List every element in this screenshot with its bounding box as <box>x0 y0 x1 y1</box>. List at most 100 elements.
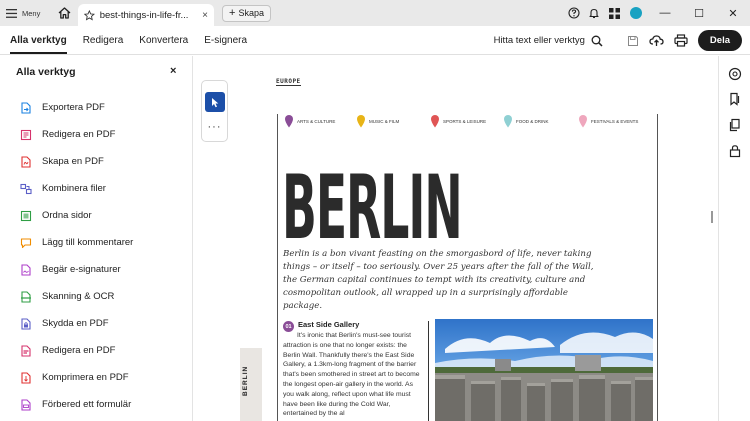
panel-close-icon[interactable]: × <box>170 65 176 77</box>
tool-add-comments[interactable]: Lägg till kommentarer <box>20 229 133 256</box>
cloud-upload-icon[interactable] <box>649 34 664 47</box>
category-label: SPORTS & LEISURE <box>443 118 487 124</box>
tool-request-signatures[interactable]: Begär e-signaturer <box>20 256 133 283</box>
tool-organize-pages[interactable]: Ordna sidor <box>20 202 133 229</box>
combine-files-icon <box>20 183 32 194</box>
main-toolbar: Alla verktyg Redigera Konvertera E-signe… <box>0 26 750 55</box>
protect-pdf-icon <box>21 317 31 330</box>
right-rail <box>718 56 750 421</box>
maximize-button[interactable]: ☐ <box>682 0 716 26</box>
close-window-button[interactable]: ✕ <box>716 0 750 26</box>
share-button[interactable]: Dela <box>697 30 742 51</box>
organize-pages-icon <box>20 210 32 221</box>
nav-edit[interactable]: Redigera <box>83 35 124 46</box>
category-festivals: FESTIVALS & EVENTS <box>578 114 638 128</box>
pin-icon <box>431 115 439 128</box>
pin-icon <box>357 115 365 128</box>
tool-label: Förbered ett formulär <box>42 399 132 410</box>
search-icon <box>591 35 603 47</box>
category-legend: ARTS & CULTURE MUSIC & FILM SPORTS & LEI… <box>284 114 654 134</box>
export-pdf-icon <box>21 101 31 114</box>
all-tools-panel: Alla verktyg × Exportera PDF Redigera en… <box>0 56 193 421</box>
nav-e-sign[interactable]: E-signera <box>204 35 247 46</box>
hamburger-icon <box>6 8 17 18</box>
tool-list: Exportera PDF Redigera en PDF Skapa en P… <box>20 94 133 418</box>
prepare-form-icon <box>21 398 31 411</box>
print-icon[interactable] <box>674 34 688 47</box>
city-heading: BERLIN <box>282 156 463 259</box>
bookmark-icon[interactable] <box>728 92 742 106</box>
help-button[interactable] <box>564 0 584 26</box>
pin-icon <box>504 115 512 128</box>
page-frame-left <box>277 114 278 421</box>
scroll-handle[interactable] <box>711 211 713 223</box>
tab-title: best-things-in-life-fr... <box>99 9 189 21</box>
tool-redact-pdf[interactable]: Redigera en PDF <box>20 337 133 364</box>
section-title: East Side Gallery <box>298 320 360 329</box>
panel-title: Alla verktyg <box>16 66 76 78</box>
create-button[interactable]: + Skapa <box>222 4 271 22</box>
home-button[interactable] <box>50 0 78 26</box>
menu-button[interactable]: Meny <box>0 8 50 18</box>
tool-label: Skydda en PDF <box>42 318 109 329</box>
category-food: FOOD & DRINK <box>503 114 549 128</box>
lock-icon[interactable] <box>728 144 742 158</box>
tool-label: Redigera en PDF <box>42 345 116 356</box>
edit-pdf-icon <box>20 129 32 140</box>
compress-pdf-icon <box>21 371 31 384</box>
cursor-icon <box>212 97 219 107</box>
tool-label: Skanning & OCR <box>42 291 115 302</box>
tool-scan-ocr[interactable]: Skanning & OCR <box>20 283 133 310</box>
nav-convert[interactable]: Konvertera <box>139 35 188 46</box>
star-icon[interactable] <box>84 9 95 21</box>
scan-ocr-icon <box>21 290 31 303</box>
section-body: It's ironic that Berlin's must-see touri… <box>283 332 420 418</box>
apps-button[interactable] <box>604 0 624 26</box>
copy-pages-icon[interactable] <box>728 118 742 132</box>
find-text-label: Hitta text eller verktyg <box>493 35 585 46</box>
save-icon[interactable] <box>627 35 639 47</box>
tool-prepare-form[interactable]: Förbered ett formulär <box>20 391 133 418</box>
tool-label: Komprimera en PDF <box>42 372 129 383</box>
tool-label: Begär e-signaturer <box>42 264 121 275</box>
tool-label: Redigera en PDF <box>42 129 116 140</box>
page-frame-right <box>657 114 658 421</box>
document-viewport[interactable]: EUROPE ARTS & CULTURE MUSIC & FILM SPORT… <box>240 56 707 421</box>
tool-label: Ordna sidor <box>42 210 92 221</box>
find-text-button[interactable]: Hitta text eller verktyg <box>494 35 603 47</box>
side-label: BERLIN <box>242 365 249 396</box>
tool-export-pdf[interactable]: Exportera PDF <box>20 94 133 121</box>
category-sports: SPORTS & LEISURE <box>430 114 486 128</box>
help-icon <box>568 7 580 19</box>
tab-close-icon[interactable]: × <box>202 10 208 21</box>
category-label: FOOD & DRINK <box>516 118 549 124</box>
select-tool-button[interactable] <box>205 92 225 112</box>
tool-combine-files[interactable]: Kombinera filer <box>20 175 133 202</box>
home-icon <box>58 7 70 19</box>
tool-protect-pdf[interactable]: Skydda en PDF <box>20 310 133 337</box>
tool-label: Kombinera filer <box>42 183 106 194</box>
nav-all-tools[interactable]: Alla verktyg <box>10 35 67 54</box>
tool-edit-pdf[interactable]: Redigera en PDF <box>20 121 133 148</box>
notifications-button[interactable] <box>584 0 604 26</box>
category-label: FESTIVALS & EVENTS <box>591 118 639 124</box>
ai-assistant-icon[interactable] <box>728 67 742 81</box>
pdf-page: EUROPE ARTS & CULTURE MUSIC & FILM SPORT… <box>240 56 707 421</box>
tool-compress-pdf[interactable]: Komprimera en PDF <box>20 364 133 391</box>
minimize-button[interactable]: — <box>648 0 682 26</box>
document-tab[interactable]: best-things-in-life-fr... × <box>78 4 214 26</box>
tool-create-pdf[interactable]: Skapa en PDF <box>20 148 133 175</box>
quick-tools: ··· <box>201 80 228 142</box>
apps-grid-icon <box>608 7 620 19</box>
memorial-photo <box>435 319 653 421</box>
request-signature-icon <box>21 263 31 276</box>
create-label: Skapa <box>238 8 264 18</box>
menu-label: Meny <box>22 8 41 18</box>
tool-label: Lägg till kommentarer <box>42 237 134 248</box>
plus-icon: + <box>229 6 236 19</box>
category-music: MUSIC & FILM <box>356 114 399 128</box>
tool-label: Skapa en PDF <box>42 156 104 167</box>
category-arts: ARTS & CULTURE <box>284 114 335 128</box>
more-tools-icon[interactable]: ··· <box>202 121 227 133</box>
user-avatar[interactable] <box>630 7 642 19</box>
